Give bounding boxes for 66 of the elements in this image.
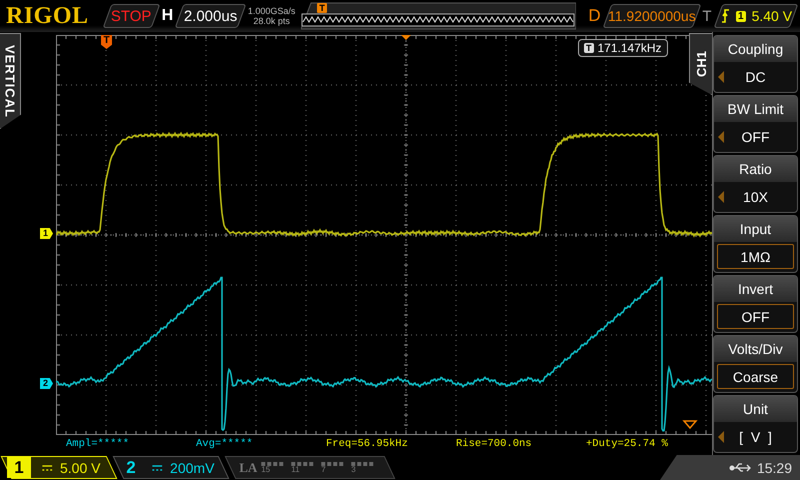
left-arrow-icon: [718, 191, 724, 203]
trigger-source-badge: 1: [735, 10, 745, 22]
channel-number: 3: [351, 466, 357, 474]
dc-coupling-icon: [152, 464, 162, 470]
menu-softkey[interactable]: Volts/Div Coarse: [713, 335, 798, 393]
logic-analyzer-tab[interactable]: LA 15 11 7 3: [224, 456, 396, 479]
menu-softkey[interactable]: Unit [ V ]: [713, 395, 798, 453]
trigger-label: T: [702, 8, 712, 24]
trigger-level: 5.40 V: [750, 8, 792, 24]
menu-softkey[interactable]: Invert OFF: [713, 275, 798, 333]
softkey-value: OFF: [717, 304, 794, 329]
usb-icon: [728, 462, 751, 472]
softkey-label: Ratio: [714, 156, 797, 182]
measurement: +Duty=25.74 %: [586, 438, 668, 450]
softkey-label: Volts/Div: [714, 336, 797, 362]
channel-marker[interactable]: 1: [40, 228, 54, 239]
sample-rate: 1.000GSa/s: [248, 6, 296, 16]
trigger-settings[interactable]: 1 5.40 V: [713, 4, 798, 28]
softkey-value: 1MΩ: [717, 244, 794, 269]
softkey-value: OFF: [742, 129, 770, 145]
delay-value[interactable]: 11.9200000us: [602, 4, 701, 28]
dc-coupling-icon: [42, 464, 52, 470]
channel-scale-tab[interactable]: 2 200mV: [112, 456, 230, 479]
channel-scale-tab[interactable]: 1 5.00 V: [0, 456, 118, 479]
delay-label: D: [588, 6, 601, 26]
channel-number: 15: [261, 466, 271, 474]
channel-marker[interactable]: 2: [40, 378, 54, 389]
vertical-scale: 200mV: [170, 460, 214, 476]
horizontal-label: H: [162, 7, 174, 25]
softkey-label: Coupling: [714, 36, 797, 62]
softkey-value: DC: [745, 69, 766, 85]
memory-depth: 28.0k pts: [253, 16, 290, 26]
vertical-tab[interactable]: VERTICAL: [0, 33, 21, 129]
trigger-position-marker[interactable]: T: [101, 35, 112, 49]
softkey-value: Coarse: [717, 364, 794, 389]
channel-number: 11: [291, 466, 300, 474]
channel-tab[interactable]: CH1: [689, 33, 712, 95]
vertical-scale: 5.00 V: [60, 460, 100, 476]
left-arrow-icon: [718, 431, 724, 443]
softkey-label: BW Limit: [714, 96, 797, 122]
time-reference-icon: [401, 35, 411, 40]
measurement: Avg=*****: [196, 438, 254, 450]
softkey-label: Input: [714, 216, 797, 242]
measurement: Ampl=*****: [66, 438, 130, 450]
menu-softkey[interactable]: Input 1MΩ: [713, 215, 798, 273]
trigger-icon: T: [584, 43, 594, 53]
trigger-position-marker: T: [317, 3, 327, 13]
softkey-label: Invert: [714, 276, 797, 302]
channel-number: 7: [321, 466, 327, 474]
menu-softkey[interactable]: Coupling DC: [713, 35, 798, 93]
clock-time: 15:29: [756, 460, 792, 476]
menu-softkey[interactable]: Ratio 10X: [713, 155, 798, 213]
softkey-value: [ V ]: [739, 429, 772, 445]
rising-edge-icon: [720, 9, 730, 23]
frequency-value: 171.147kHz: [598, 41, 662, 55]
softkey-value: 10X: [743, 189, 768, 205]
run-stop-status[interactable]: STOP: [102, 4, 160, 28]
trigger-level-marker-icon: [682, 420, 698, 430]
measurement: Freq=56.95kHz: [326, 438, 409, 450]
menu-softkey[interactable]: BW Limit OFF: [713, 95, 798, 153]
measurement: Rise=700.0ns: [456, 438, 533, 450]
brand-logo: RIGOL: [6, 2, 89, 30]
timebase-value[interactable]: 2.000us: [174, 4, 246, 28]
left-arrow-icon: [718, 131, 724, 143]
left-arrow-icon: [718, 71, 724, 83]
softkey-label: Unit: [714, 396, 797, 422]
